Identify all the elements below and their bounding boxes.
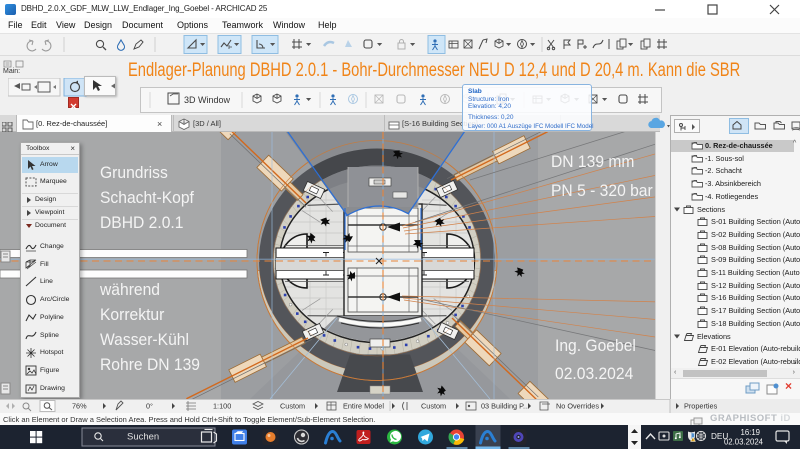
svg-text:3D Window: 3D Window — [184, 95, 231, 105]
svg-text:16:19: 16:19 — [740, 428, 760, 437]
svg-text:!: ! — [692, 438, 693, 442]
svg-text:Suchen: Suchen — [127, 432, 159, 443]
svg-text:0°: 0° — [146, 402, 153, 411]
svg-text:Entire Model: Entire Model — [343, 402, 384, 411]
svg-text:03 Building P...: 03 Building P... — [481, 402, 529, 411]
svg-text:Custom: Custom — [280, 402, 305, 411]
svg-text:Custom: Custom — [421, 402, 446, 411]
svg-text:Properties: Properties — [684, 402, 718, 411]
svg-text:1:100: 1:100 — [213, 402, 231, 411]
svg-text:02.03.2024: 02.03.2024 — [724, 438, 764, 447]
svg-text:No Overrides: No Overrides — [556, 402, 599, 411]
svg-text:76%: 76% — [72, 402, 87, 411]
